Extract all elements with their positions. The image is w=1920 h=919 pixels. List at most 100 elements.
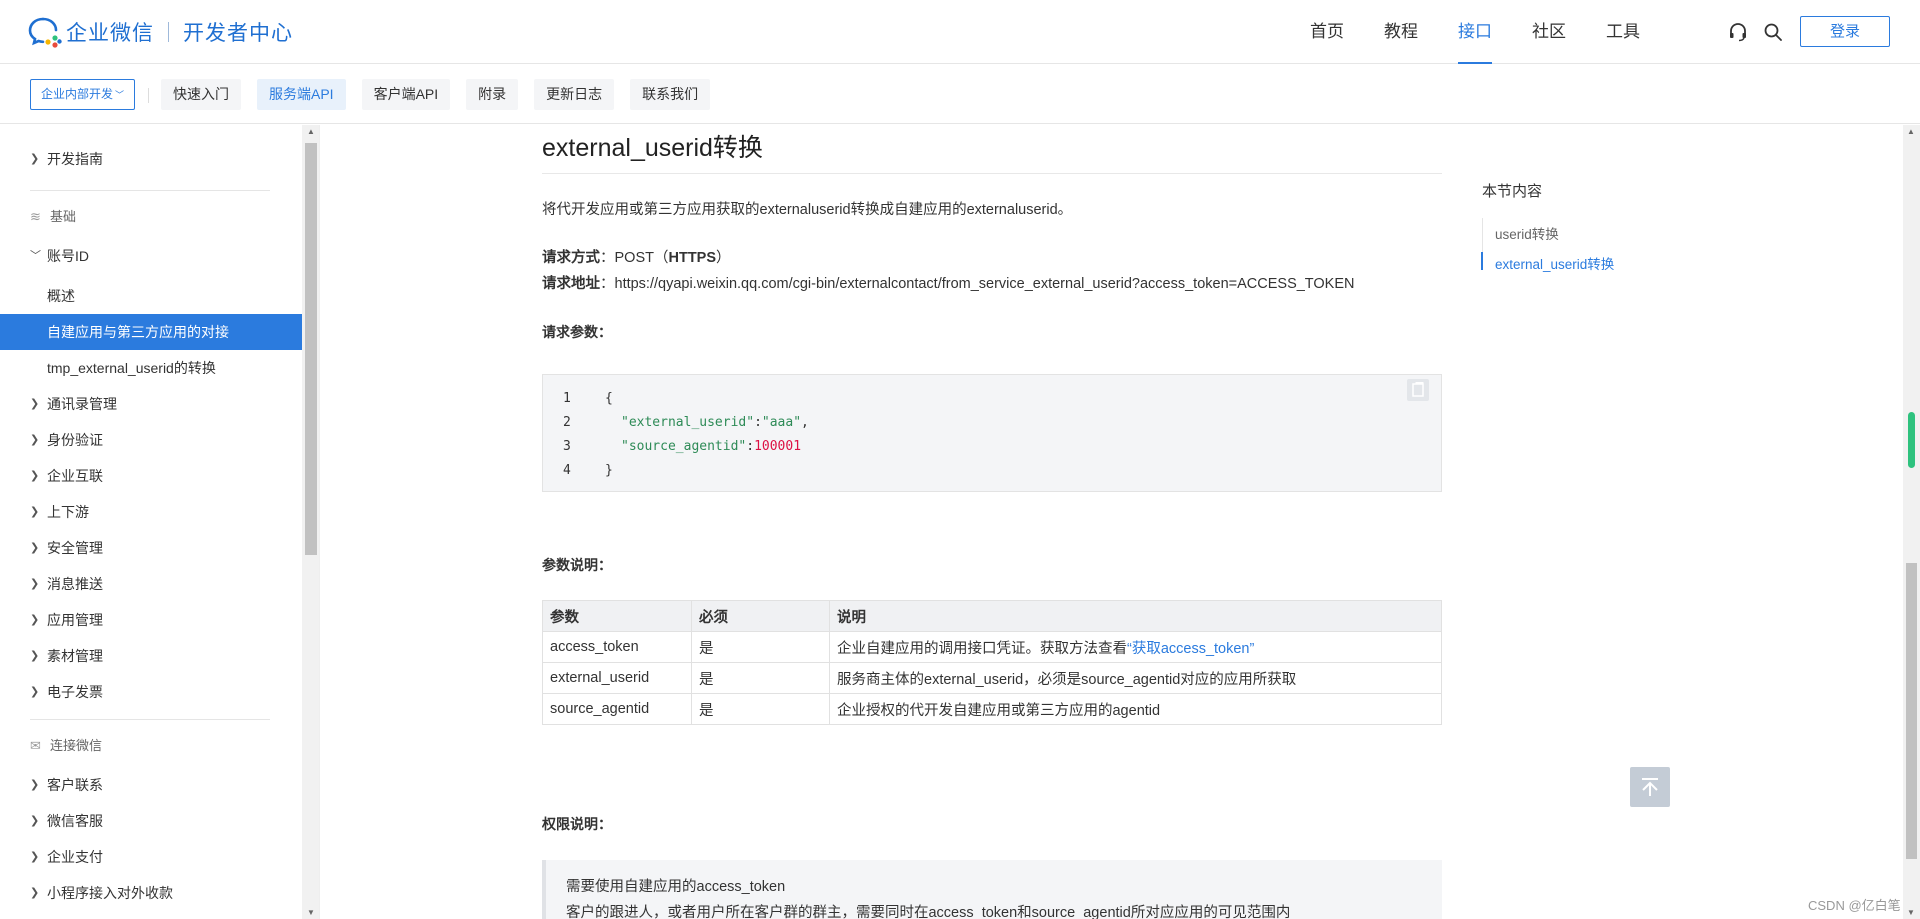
chevron-right-icon: ❯ [30, 614, 40, 626]
sidebar-item-interconnect[interactable]: ❯ 企业互联 [0, 458, 302, 494]
request-method: 请求方式：POST（HTTPS） [542, 246, 731, 267]
code-text: } [605, 463, 613, 478]
sidebar-item-app-mgmt[interactable]: ❯ 应用管理 [0, 602, 302, 638]
scroll-up-arrow-icon[interactable]: ▲ [307, 127, 315, 136]
sidebar-item-media[interactable]: ❯ 素材管理 [0, 638, 302, 674]
scroll-up-arrow-icon[interactable]: ▲ [1907, 127, 1915, 136]
sidebar-item-messages[interactable]: ❯ 消息推送 [0, 566, 302, 602]
code-text: "external_userid":"aaa", [621, 415, 809, 430]
sidebar-item-label: 自建应用与第三方应用的对接 [47, 324, 229, 340]
scroll-indicator [1908, 412, 1915, 468]
watermark: CSDN @亿白笔 [1808, 898, 1901, 913]
sidebar-item-wechat-service[interactable]: ❯ 微信客服 [0, 803, 302, 839]
sidebar-item-upstream[interactable]: ❯ 上下游 [0, 494, 302, 530]
chevron-right-icon: ❯ [30, 650, 40, 662]
chevron-right-icon: ❯ [30, 470, 40, 482]
sidebar-item-payment[interactable]: ❯ 企业支付 [0, 839, 302, 875]
sidebar-item-account-id[interactable]: ﹀ 账号ID [0, 238, 302, 274]
request-url: 请求地址：https://qyapi.weixin.qq.com/cgi-bin… [542, 272, 1355, 293]
toc-item-external-userid[interactable]: external_userid转换 [1495, 253, 1614, 273]
request-params-heading: 请求参数： [542, 324, 612, 340]
scroll-down-arrow-icon[interactable]: ▼ [307, 908, 315, 917]
chevron-right-icon: ❯ [30, 686, 40, 698]
sidebar-item-customer[interactable]: ❯ 客户联系 [0, 767, 302, 803]
chevron-right-icon: ❯ [30, 578, 40, 590]
sidebar-group-label: 基础 [50, 209, 77, 224]
page-scroll-thumb[interactable] [1906, 563, 1917, 859]
page-scrollbar[interactable]: ▲ ▼ [1903, 125, 1920, 919]
table-header: 必须 [691, 600, 830, 632]
sidebar-item-tmp-convert[interactable]: tmp_external_userid的转换 [0, 350, 302, 386]
tab-server-api[interactable]: 服务端API [257, 79, 346, 110]
code-line: 4 } [543, 459, 1441, 483]
code-text: { [605, 391, 613, 406]
tab-quickstart[interactable]: 快速入门 [161, 79, 241, 110]
chevron-right-icon: ❯ [30, 398, 40, 410]
nav-api[interactable]: 接口 [1458, 0, 1492, 64]
get-access-token-link[interactable]: “获取access_token” [1127, 641, 1254, 657]
sidebar-item-dev-guide[interactable]: ❯ 开发指南 [0, 141, 302, 177]
sidebar-item-label: 上下游 [47, 504, 89, 520]
table-header: 说明 [829, 600, 1442, 632]
permission-heading: 权限说明： [542, 816, 612, 832]
sidebar-item-miniprogram-pay[interactable]: ❯ 小程序接入对外收款 [0, 875, 302, 911]
sidebar-item-invoice[interactable]: ❯ 电子发票 [0, 674, 302, 710]
chevron-right-icon: ❯ [30, 542, 40, 554]
login-button[interactable]: 登录 [1800, 16, 1890, 47]
chevron-right-icon: ❯ [30, 434, 40, 446]
param-name: access_token [542, 631, 692, 663]
nav-tools[interactable]: 工具 [1606, 0, 1640, 64]
nav-community[interactable]: 社区 [1532, 0, 1566, 64]
back-to-top-button[interactable] [1630, 767, 1670, 807]
toc-active-marker [1481, 252, 1483, 270]
nav-home[interactable]: 首页 [1310, 0, 1344, 64]
request-url-value: ：https://qyapi.weixin.qq.com/cgi-bin/ext… [600, 276, 1355, 292]
search-icon[interactable] [1762, 21, 1784, 43]
sidebar-item-label: 身份验证 [47, 432, 103, 448]
sidebar-group-label: 连接微信 [50, 738, 103, 753]
param-desc-text: 企业自建应用的调用接口凭证。获取方法查看 [837, 640, 1127, 657]
chevron-right-icon: ❯ [30, 815, 40, 827]
request-method-value: ：POST（ [600, 250, 669, 266]
param-desc: 服务商主体的external_userid，必须是source_agentid对… [829, 662, 1442, 694]
table-row: external_userid 是 服务商主体的external_userid，… [542, 662, 1442, 694]
tab-contact[interactable]: 联系我们 [630, 79, 711, 110]
subnav-divider [148, 88, 149, 103]
sidebar-group-wechat: ✉ 连接微信 [30, 734, 102, 758]
sidebar-item-label: tmp_external_userid的转换 [47, 360, 216, 376]
tab-appendix[interactable]: 附录 [466, 79, 519, 110]
sidebar-item-label: 客户联系 [47, 777, 103, 793]
line-number: 1 [563, 391, 571, 406]
scope-dropdown-label: 企业内部开发 [41, 87, 114, 101]
sidebar-scroll-thumb[interactable] [305, 143, 317, 555]
code-block: 1 { 2 "external_userid":"aaa", 3 "source… [542, 374, 1442, 492]
sidebar-item-security[interactable]: ❯ 安全管理 [0, 530, 302, 566]
table-row: access_token 是 企业自建应用的调用接口凭证。获取方法查看“获取ac… [542, 631, 1442, 663]
scroll-down-arrow-icon[interactable]: ▼ [1907, 908, 1915, 917]
json-key: "external_userid" [621, 415, 755, 430]
headset-icon[interactable] [1727, 21, 1749, 43]
sidebar-item-label: 素材管理 [47, 648, 103, 664]
brand-subtitle: 开发者中心 [183, 22, 293, 45]
sidebar-item-overview[interactable]: 概述 [0, 278, 302, 314]
param-desc: 企业授权的代开发自建应用或第三方应用的agentid [829, 693, 1442, 725]
sidebar-item-contacts[interactable]: ❯ 通讯录管理 [0, 386, 302, 422]
chevron-down-icon: ﹀ [30, 250, 41, 262]
chevron-right-icon: ❯ [30, 887, 40, 899]
code-text: "source_agentid":100001 [621, 439, 802, 454]
scope-dropdown[interactable]: 企业内部开发 ﹀ [30, 79, 135, 110]
tab-client-api[interactable]: 客户端API [361, 79, 451, 110]
sidebar-item-auth[interactable]: ❯ 身份验证 [0, 422, 302, 458]
sidebar-item-label: 概述 [47, 288, 75, 304]
toc-item-userid[interactable]: userid转换 [1495, 223, 1559, 243]
tab-changelog[interactable]: 更新日志 [534, 79, 615, 110]
sidebar: ❯ 开发指南 ≋ 基础 ﹀ 账号ID 概述 自建应用与第三方应用的对接 tmp_e… [0, 125, 320, 919]
sidebar-scrollbar[interactable]: ▲ ▼ [302, 125, 319, 919]
sidebar-divider [30, 190, 270, 191]
nav-tutorial[interactable]: 教程 [1384, 0, 1418, 64]
brand-logo[interactable]: 企业微信 开发者中心 [28, 16, 293, 48]
arrow-up-icon [1642, 778, 1658, 796]
param-required: 是 [691, 693, 830, 725]
line-number: 2 [563, 415, 571, 430]
sidebar-item-selfbuilt-thirdparty[interactable]: 自建应用与第三方应用的对接 [0, 314, 302, 350]
